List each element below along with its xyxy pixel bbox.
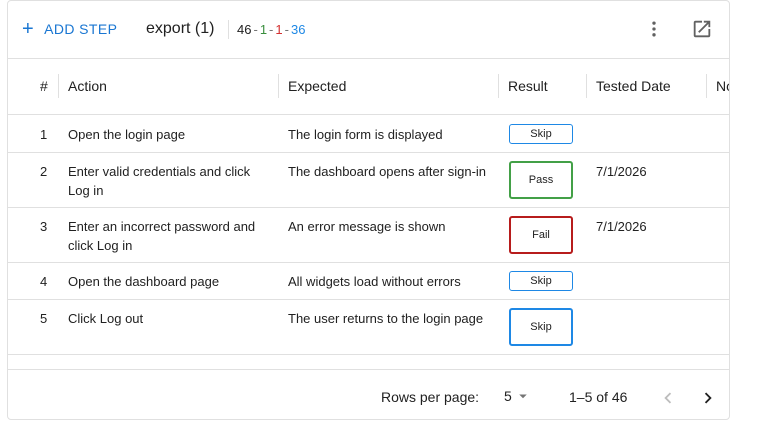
status-badge[interactable]: Skip — [509, 271, 573, 291]
header-result[interactable]: Result — [508, 58, 548, 114]
row-num: 5 — [40, 311, 48, 326]
row-num: 1 — [40, 127, 48, 142]
row-action: Open the dashboard page — [68, 274, 220, 289]
rows-per-page-value: 5 — [504, 388, 512, 404]
more-options-button[interactable] — [640, 15, 668, 43]
row-tested-date: 7/1/2026 — [596, 219, 647, 234]
column-separator — [58, 74, 59, 98]
plus-icon: + — [22, 18, 35, 40]
caret-down-icon — [519, 394, 527, 399]
header-tested-date[interactable]: Tested Date — [596, 58, 671, 114]
column-separator — [586, 74, 587, 98]
page-title: export (1) — [146, 20, 215, 37]
row-action: Enter an incorrect password and click Lo… — [68, 219, 256, 253]
divider — [8, 114, 729, 115]
header-notes[interactable]: No — [716, 58, 729, 114]
divider — [8, 207, 729, 208]
divider — [8, 354, 729, 355]
row-num: 2 — [40, 164, 48, 179]
row-expected: The login form is displayed — [288, 127, 443, 142]
pagination-footer: Rows per page: 5 1–5 of 46 — [8, 369, 729, 419]
column-separator — [278, 74, 279, 98]
rows-per-page-select[interactable]: 5 — [504, 387, 532, 405]
test-steps-card: + ADD STEP export (1) 46-1-1-36 # Action… — [7, 0, 730, 420]
row-action: Open the login page — [68, 127, 186, 142]
row-action: Click Log out — [68, 311, 144, 326]
count-total: 46 — [237, 22, 252, 37]
count-fail: 1 — [275, 22, 283, 37]
rows-per-page-label: Rows per page: — [381, 389, 480, 405]
column-separator — [706, 74, 707, 98]
more-vert-icon — [652, 21, 656, 37]
divider — [8, 262, 729, 263]
status-badge[interactable]: Pass — [509, 161, 573, 199]
count-pass: 1 — [259, 22, 268, 37]
row-num: 3 — [40, 219, 48, 234]
chevron-right-icon — [704, 392, 712, 404]
open-in-new-button[interactable] — [688, 15, 716, 43]
row-expected: The user returns to the login page — [288, 311, 484, 326]
row-expected: All widgets load without errors — [288, 274, 461, 289]
row-action: Enter valid credentials and click Log in — [68, 164, 251, 198]
column-separator — [498, 74, 499, 98]
header-action[interactable]: Action — [68, 58, 107, 114]
add-step-button[interactable]: + ADD STEP — [22, 18, 117, 40]
next-page-button[interactable] — [694, 384, 722, 412]
row-tested-date: 7/1/2026 — [596, 164, 647, 179]
divider — [8, 152, 729, 153]
header-expected[interactable]: Expected — [288, 58, 346, 114]
row-expected: An error message is shown — [288, 219, 446, 234]
count-skip: 36 — [290, 22, 306, 37]
status-badge[interactable]: Fail — [509, 216, 573, 254]
header-num: # — [40, 78, 48, 94]
status-badge[interactable]: Skip — [509, 308, 573, 346]
toolbar: + ADD STEP export (1) 46-1-1-36 — [8, 1, 729, 58]
divider — [8, 299, 729, 300]
toolbar-divider — [228, 20, 229, 39]
row-expected: The dashboard opens after sign-in — [288, 164, 487, 179]
chevron-left-icon — [664, 392, 672, 404]
add-step-label: ADD STEP — [44, 21, 118, 37]
pagination-range: 1–5 of 46 — [569, 389, 628, 405]
status-counts: 46-1-1-36 — [237, 22, 306, 37]
status-badge[interactable]: Skip — [509, 124, 573, 144]
row-num: 4 — [40, 274, 48, 289]
previous-page-button[interactable] — [654, 384, 682, 412]
open-in-new-icon — [693, 20, 711, 38]
